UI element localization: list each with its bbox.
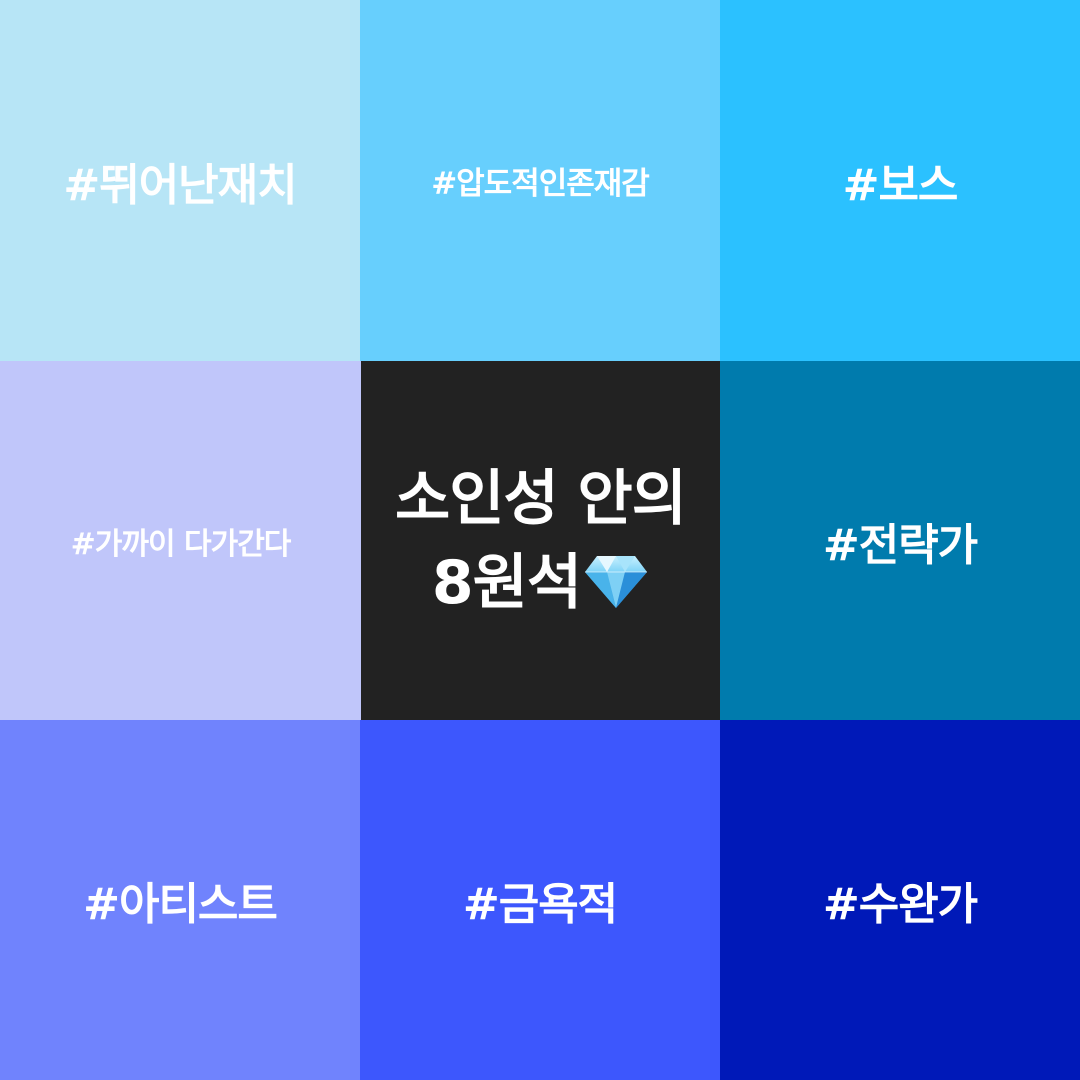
tile-boss: #보스 <box>720 0 1080 361</box>
tag-label: #수완가 <box>822 879 978 930</box>
tag-label: #뛰어난재치 <box>63 159 297 211</box>
tag-label: #가까이 다가간다 <box>70 526 292 562</box>
tag-grid: #뛰어난재치 #압도적인존재감 #보스 #가까이 다가간다 소인성 안의 8원석 <box>0 0 1080 1080</box>
tag-label: #전략가 <box>822 519 978 571</box>
tile-approach: #가까이 다가간다 <box>0 361 361 720</box>
title-line-2: 8원석 <box>432 541 649 625</box>
center-title: 소인성 안의 8원석 <box>395 457 687 625</box>
title-line-1-text: 소인성 안의 <box>395 463 687 534</box>
tile-strategist: #전략가 <box>720 361 1080 720</box>
gem-icon <box>583 548 649 608</box>
tag-label: #금욕적 <box>462 879 618 930</box>
tag-label: #아티스트 <box>83 879 278 930</box>
tile-artist: #아티스트 <box>0 720 360 1080</box>
tile-shrewd: #수완가 <box>720 720 1080 1080</box>
title-line-1: 소인성 안의 <box>395 457 687 541</box>
title-line-2-text: 8원석 <box>431 547 582 618</box>
tag-label: #압도적인존재감 <box>431 166 650 202</box>
tile-presence: #압도적인존재감 <box>360 0 720 361</box>
tile-ascetic: #금욕적 <box>360 720 720 1080</box>
tile-center-title: 소인성 안의 8원석 <box>361 361 720 720</box>
tag-label: #보스 <box>842 159 959 211</box>
tile-witty: #뛰어난재치 <box>0 0 360 361</box>
